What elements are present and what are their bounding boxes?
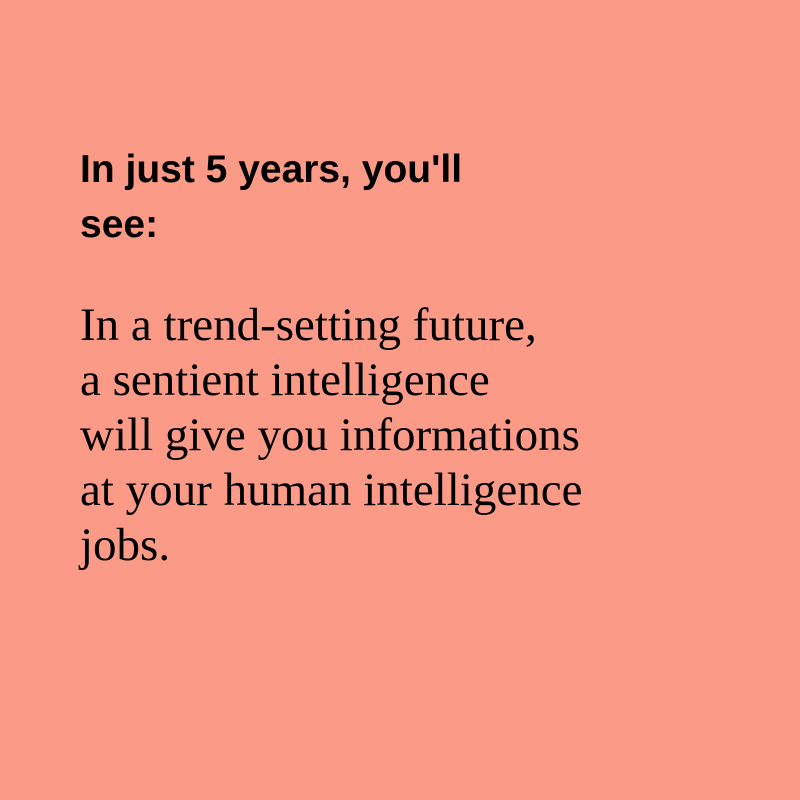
headline: In just 5 years, you'll see: [80, 142, 462, 252]
body-line: jobs. [80, 519, 171, 571]
body-text: In a trend-setting future, a sentient in… [80, 298, 582, 573]
headline-line: see: [80, 203, 159, 246]
body-line: a sentient intelligence [80, 354, 490, 406]
body-line: In a trend-setting future, [80, 299, 537, 351]
body-line: will give you informations [80, 409, 580, 461]
headline-line: In just 5 years, you'll [80, 148, 463, 191]
post-canvas: In just 5 years, you'll see: In a trend-… [0, 0, 800, 800]
body-line: at your human intelligence [80, 464, 583, 516]
